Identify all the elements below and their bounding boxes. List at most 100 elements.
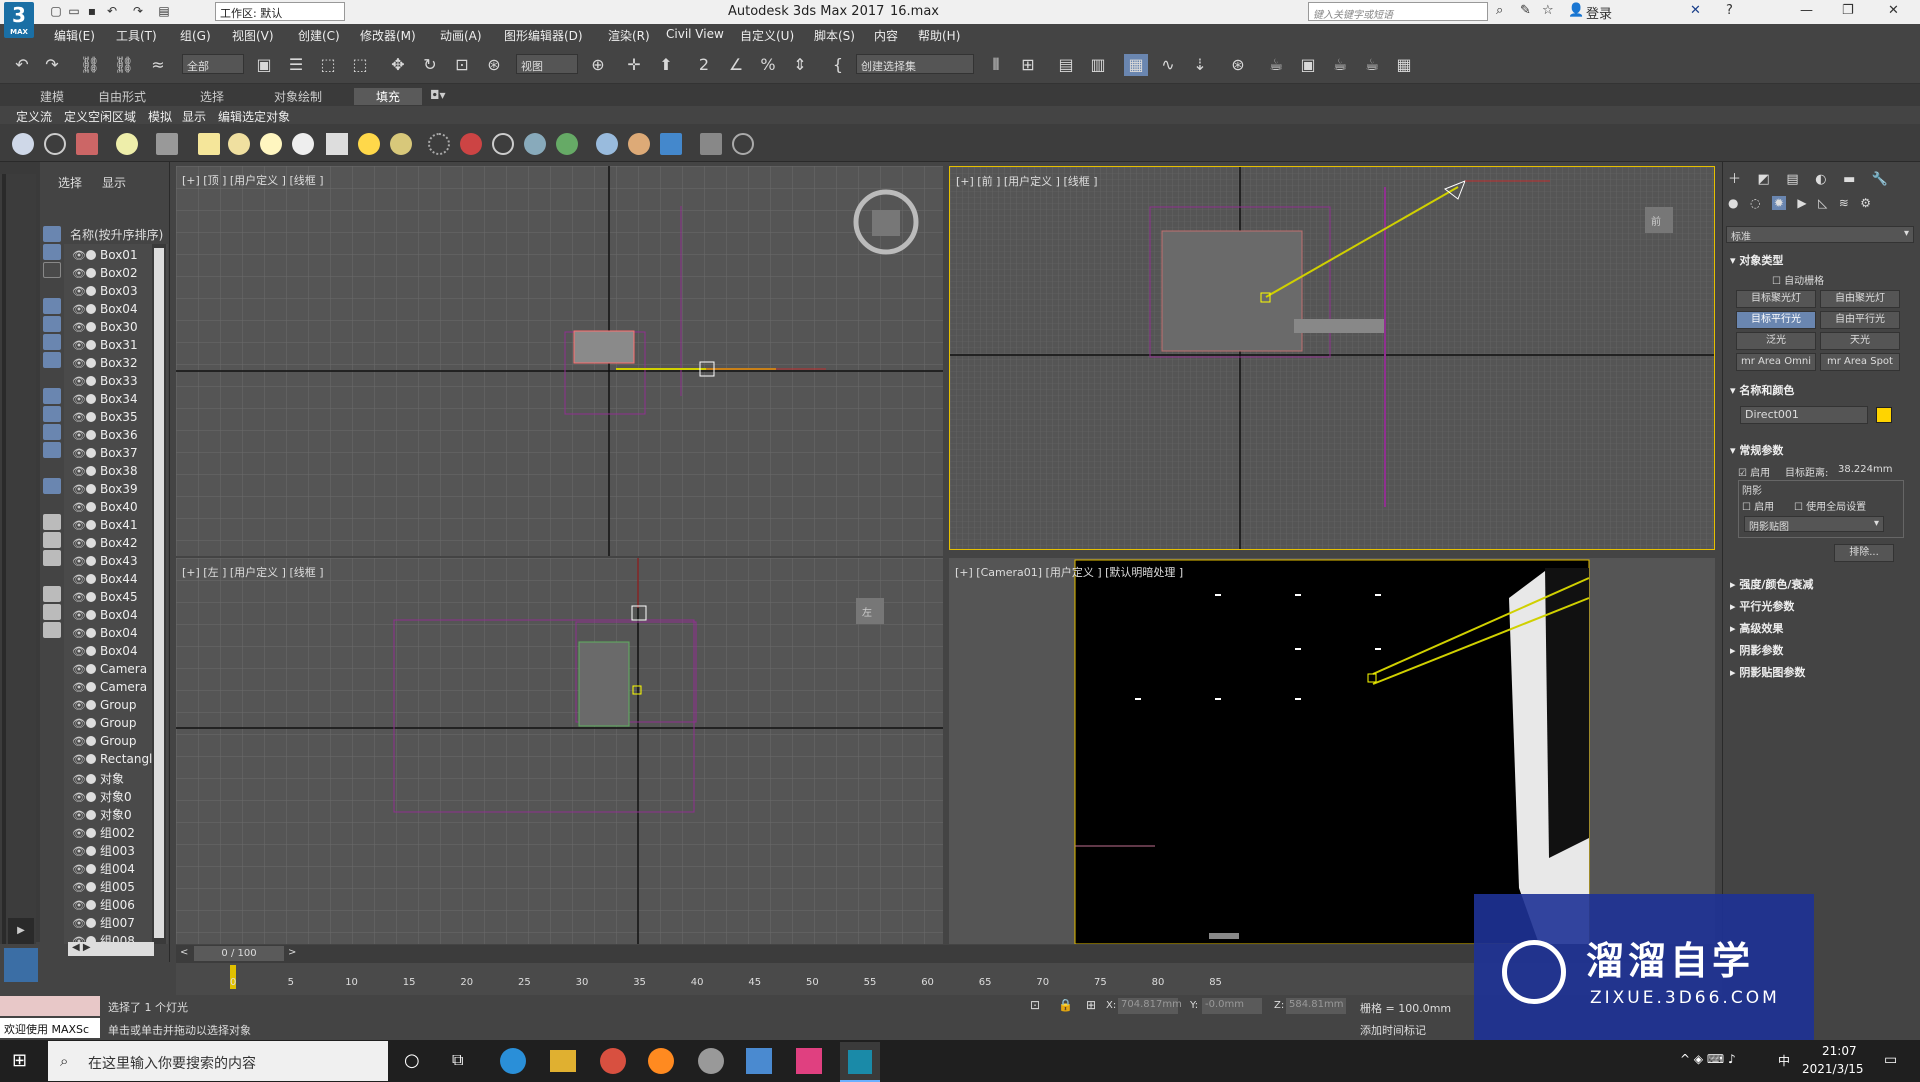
gear-icon[interactable] — [524, 133, 546, 155]
scene-list-item[interactable]: 👁 对象0 — [72, 788, 132, 806]
container-filter-icon[interactable] — [43, 442, 61, 458]
select-by-name-icon[interactable]: ☰ — [284, 54, 308, 76]
visibility-eye-icon[interactable]: 👁 — [72, 663, 86, 676]
viewport-top-label[interactable]: [+] [顶 ] [用户定义 ] [线框 ] — [182, 172, 324, 188]
a360-gallery-icon[interactable]: ▦ — [1392, 54, 1416, 76]
scene-list-item[interactable]: 👁 Box33 — [72, 374, 138, 392]
render-dot-icon[interactable] — [86, 520, 96, 530]
menu-edit[interactable]: 编辑(E) — [54, 27, 95, 44]
add-time-tag[interactable]: 添加时间标记 — [1360, 1022, 1426, 1038]
light-bulb-icon[interactable] — [116, 133, 138, 155]
skylight-button[interactable]: 天光 — [1820, 332, 1900, 350]
render-dot-icon[interactable] — [86, 340, 96, 350]
help-circle-icon[interactable] — [732, 133, 754, 155]
project-folder-icon[interactable]: ▤ — [156, 3, 172, 19]
help-icon[interactable]: ? — [1726, 3, 1733, 18]
scene-list-item[interactable]: 👁 对象 — [72, 770, 124, 788]
render-dot-icon[interactable] — [86, 846, 96, 856]
render-frame-icon[interactable] — [76, 133, 98, 155]
target-direct-button[interactable]: 目标平行光 — [1736, 311, 1816, 329]
spinner-snap-icon[interactable]: ⇕ — [788, 54, 812, 76]
scene-list-item[interactable]: 👁 Group — [72, 716, 137, 734]
omni-button[interactable]: 泛光 — [1736, 332, 1816, 350]
visibility-eye-icon[interactable]: 👁 — [72, 627, 86, 640]
move-icon[interactable]: ✥ — [386, 54, 410, 76]
percent-snap-icon[interactable]: % — [756, 54, 780, 76]
maxscript-listener[interactable] — [0, 996, 100, 1016]
app-icon-2[interactable] — [698, 1048, 724, 1074]
visibility-eye-icon[interactable]: 👁 — [72, 411, 86, 424]
scene-list-item[interactable]: 👁 Box04 — [72, 626, 138, 644]
visibility-eye-icon[interactable]: 👁 — [72, 429, 86, 442]
viewport-left[interactable]: [+] [左 ] [用户定义 ] [线框 ] 左 — [176, 558, 943, 944]
dynamics-icon[interactable] — [460, 133, 482, 155]
menu-content[interactable]: 内容 — [874, 27, 898, 44]
visibility-eye-icon[interactable]: 👁 — [72, 267, 86, 280]
angle-snap-icon[interactable]: ∠ — [724, 54, 748, 76]
render-dot-icon[interactable] — [86, 268, 96, 278]
render-icon[interactable]: ☕ — [1328, 54, 1352, 76]
menu-rendering[interactable]: 渲染(R) — [608, 27, 650, 44]
render-dot-icon[interactable] — [86, 448, 96, 458]
shadow-type-dropdown[interactable]: 阴影贴图 ▾ — [1744, 516, 1884, 533]
target-spot-button[interactable]: 目标聚光灯 — [1736, 290, 1816, 308]
create-tab-icon[interactable]: ＋ — [1728, 172, 1741, 187]
cone-icon[interactable] — [326, 133, 348, 155]
rollout-shadow-params[interactable]: ▸ 阴影参数 — [1730, 642, 1783, 658]
viewport-top[interactable]: [+] [顶 ] [用户定义 ] [线框 ] — [176, 166, 943, 556]
funnel-icon[interactable] — [43, 604, 61, 620]
teapot-shape-icon[interactable] — [292, 133, 314, 155]
exchange-icon[interactable]: ✕ — [1690, 3, 1701, 18]
save-icon[interactable]: ▪ — [84, 3, 100, 19]
batch-render-icon[interactable] — [660, 133, 682, 155]
scene-list-item[interactable]: 👁 Camera — [72, 680, 147, 698]
scene-list-item[interactable]: 👁 Box02 — [72, 266, 138, 284]
undo-icon[interactable]: ↶ — [10, 54, 34, 76]
unlink-icon[interactable]: ⛓ — [112, 54, 136, 76]
visibility-eye-icon[interactable]: 👁 — [72, 773, 86, 786]
frozen-filter-icon[interactable] — [43, 478, 61, 494]
visibility-eye-icon[interactable]: 👁 — [72, 393, 86, 406]
autogrid-checkbox[interactable]: ☐ 自动栅格 — [1772, 272, 1824, 287]
mr-area-omni-button[interactable]: mr Area Omni — [1736, 353, 1816, 371]
use-global-checkbox[interactable]: ☐ 使用全局设置 — [1794, 498, 1866, 513]
scene-list-item[interactable]: 👁 Group — [72, 734, 137, 752]
simulate-button[interactable]: 模拟 — [148, 108, 172, 125]
close-icon[interactable]: ✕ — [1888, 3, 1899, 18]
app-icon-3[interactable] — [746, 1048, 772, 1074]
scene-list-item[interactable]: 👁 Box32 — [72, 356, 138, 374]
visibility-eye-icon[interactable]: 👁 — [72, 845, 86, 858]
systems-category-icon[interactable]: ⚙ — [1860, 196, 1871, 210]
absolute-mode-icon[interactable]: ⊞ — [1086, 998, 1096, 1012]
render-dot-icon[interactable] — [86, 754, 96, 764]
object-type-rollout[interactable]: ▾ 对象类型 — [1730, 252, 1783, 268]
render-dot-icon[interactable] — [86, 466, 96, 476]
menu-create[interactable]: 创建(C) — [298, 27, 340, 44]
viewcube-left-label[interactable]: 左 — [862, 604, 872, 619]
all-filter-icon[interactable] — [43, 532, 61, 548]
app-icon-4[interactable] — [796, 1048, 822, 1074]
light-filter-icon[interactable] — [43, 298, 61, 314]
scene-list-item[interactable]: 👁 Box04 — [72, 608, 138, 626]
sel-toggle-icon[interactable] — [43, 226, 61, 242]
edit-named-sets-icon[interactable]: { — [826, 54, 850, 76]
render-dot-icon[interactable] — [86, 828, 96, 838]
rollout-shadow-map[interactable]: ▸ 阴影贴图参数 — [1730, 664, 1805, 680]
rollout-advanced-effects[interactable]: ▸ 高级效果 — [1730, 620, 1783, 636]
scene-list-item[interactable]: 👁 Box41 — [72, 518, 138, 536]
scene-list-item[interactable]: 👁 Box01 — [72, 248, 138, 266]
scale-icon[interactable]: ⊡ — [450, 54, 474, 76]
plane-icon[interactable] — [198, 133, 220, 155]
isolate-icon[interactable]: ⊡ — [1030, 998, 1040, 1012]
visibility-eye-icon[interactable]: 👁 — [72, 591, 86, 604]
rect-selection-icon[interactable]: ⬚ — [316, 54, 340, 76]
windows-start-icon[interactable]: ⊞ — [12, 1050, 27, 1071]
scene-list-item[interactable]: 👁 Box37 — [72, 446, 138, 464]
prev-frame-icon[interactable]: < — [180, 947, 188, 958]
visibility-eye-icon[interactable]: 👁 — [72, 249, 86, 262]
ribbon-options-icon[interactable]: ◘▾ — [430, 88, 446, 102]
render-dot-icon[interactable] — [86, 682, 96, 692]
mr-area-spot-button[interactable]: mr Area Spot — [1820, 353, 1900, 371]
shapes-category-icon[interactable]: ◌ — [1750, 196, 1760, 210]
curve-editor-icon[interactable]: ∿ — [1156, 54, 1180, 76]
